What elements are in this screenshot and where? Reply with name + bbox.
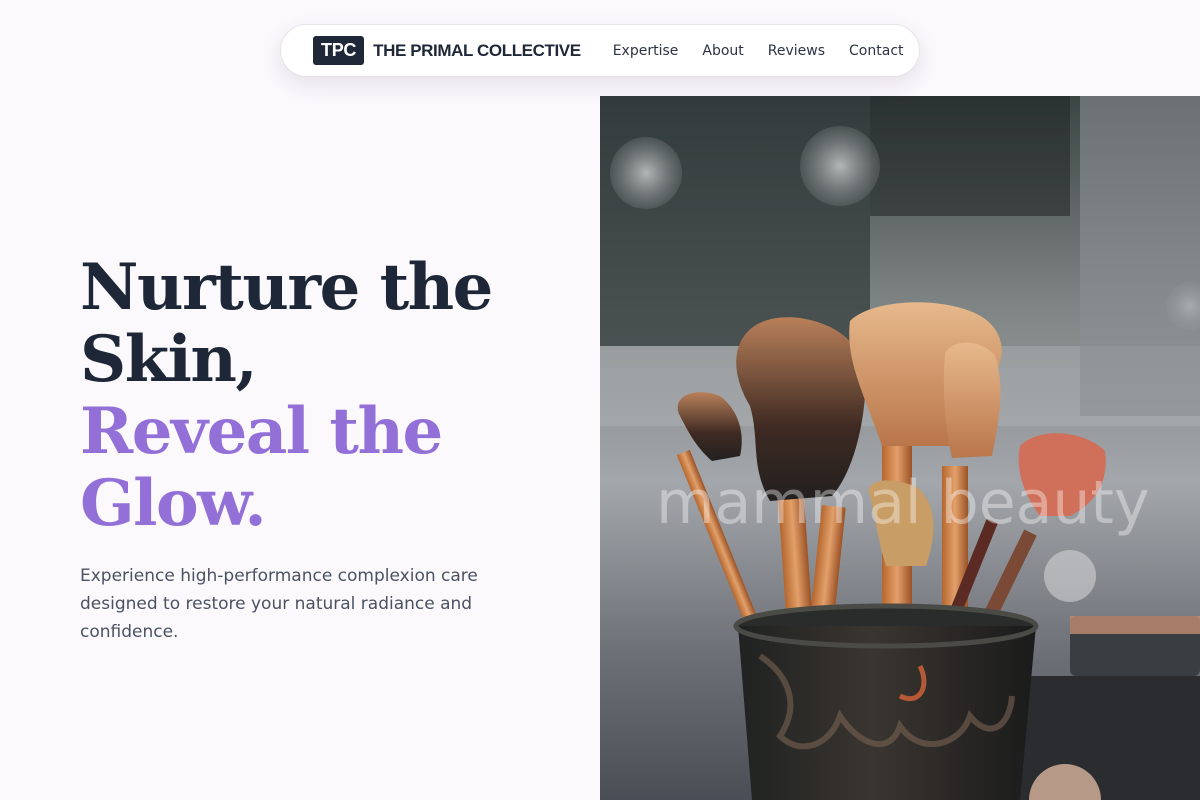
hero-image-makeup-brushes: mammal beauty	[600, 96, 1200, 800]
image-watermark: mammal beauty	[656, 468, 1150, 538]
makeup-brushes-illustration	[600, 96, 1200, 800]
brand-mark: TPC	[313, 36, 365, 65]
nav-links: Expertise About Reviews Contact	[613, 43, 904, 59]
nav-link-expertise[interactable]: Expertise	[613, 43, 679, 59]
hero-subtitle: Experience high-performance complexion c…	[80, 566, 478, 642]
hero-headline: Nurture the Skin, Reveal the Glow.	[80, 250, 493, 541]
nav-link-contact[interactable]: Contact	[849, 43, 903, 59]
top-navigation: TPC THE PRIMAL COLLECTIVE Expertise Abou…	[280, 24, 920, 77]
headline-line-2: Skin,	[80, 322, 258, 397]
brand-name: THE PRIMAL COLLECTIVE	[373, 40, 581, 60]
nav-link-reviews[interactable]: Reviews	[768, 43, 825, 59]
headline-accent-line-2: Glow.	[80, 466, 267, 541]
nav-link-about[interactable]: About	[702, 43, 743, 59]
headline-accent-line-1: Reveal the	[80, 394, 443, 469]
headline-line-1: Nurture the	[80, 250, 493, 325]
brand-logo[interactable]: TPC THE PRIMAL COLLECTIVE	[313, 36, 581, 65]
